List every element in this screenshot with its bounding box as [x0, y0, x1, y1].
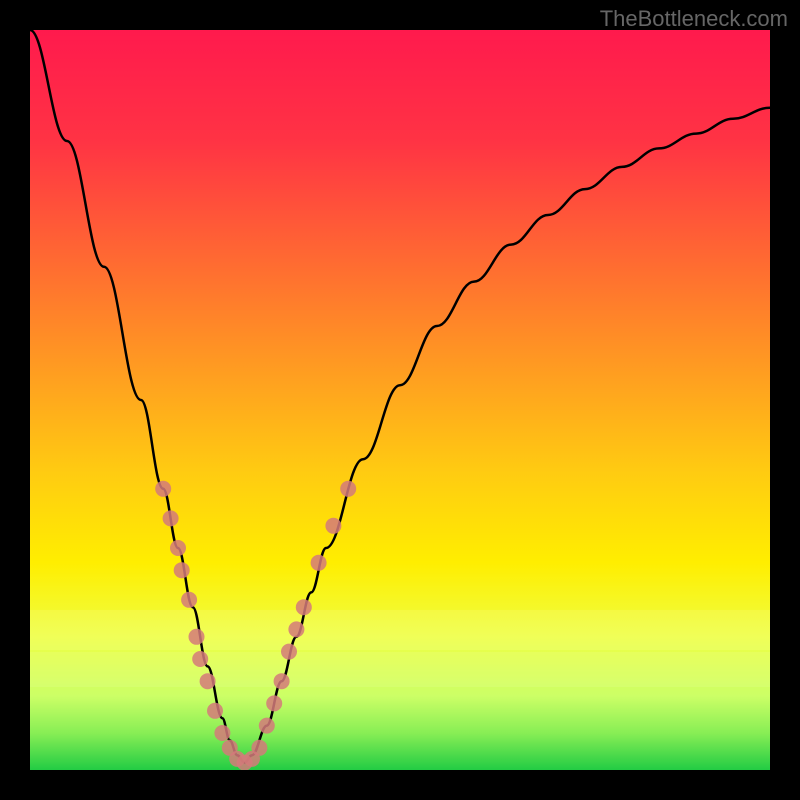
data-point: [189, 629, 205, 645]
data-point: [340, 481, 356, 497]
data-point: [181, 592, 197, 608]
data-point: [200, 673, 216, 689]
data-point: [259, 718, 275, 734]
data-point: [266, 695, 282, 711]
data-point: [325, 518, 341, 534]
data-point: [163, 510, 179, 526]
highlight-band-1: [30, 610, 770, 650]
data-point: [281, 644, 297, 660]
curve-overlay: [30, 30, 770, 770]
highlight-band-2: [30, 652, 770, 687]
data-point: [311, 555, 327, 571]
data-point: [192, 651, 208, 667]
data-point: [274, 673, 290, 689]
data-point: [214, 725, 230, 741]
data-point: [251, 740, 267, 756]
data-point: [170, 540, 186, 556]
watermark-text: TheBottleneck.com: [600, 6, 788, 32]
chart-container: [30, 30, 770, 770]
data-point: [174, 562, 190, 578]
data-point: [296, 599, 312, 615]
data-point: [207, 703, 223, 719]
data-point: [288, 621, 304, 637]
data-point: [155, 481, 171, 497]
